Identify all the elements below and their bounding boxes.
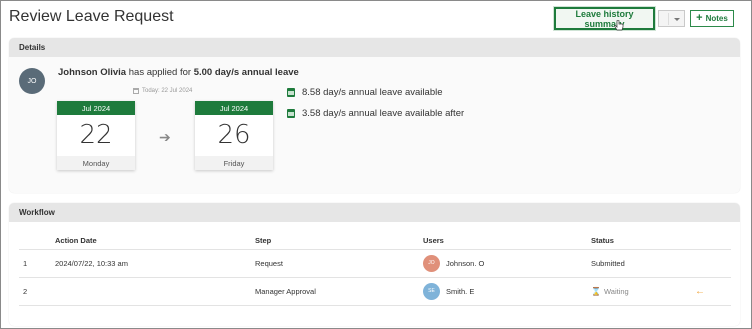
workflow-table: Action Date Step Users Status 1 2024/07/… — [19, 232, 731, 306]
status-waiting: Waiting — [603, 286, 629, 296]
start-weekday: Monday — [57, 156, 135, 170]
dropdown-separator — [668, 13, 669, 25]
user-name: Johnson. O — [446, 258, 485, 268]
leave-summary: Johnson Olivia has applied for 5.00 day/… — [58, 67, 299, 78]
row-number: 1 — [19, 249, 51, 278]
start-day: 22 — [79, 120, 113, 150]
balance-after: 3.58 day/s annual leave available after — [287, 108, 464, 119]
step-name: Manager Approval — [251, 277, 419, 306]
col-status: Status — [587, 232, 691, 250]
row-action: ← — [691, 277, 731, 306]
start-date-card: Jul 2024 22 Monday — [57, 101, 135, 170]
workflow-header: Workflow — [9, 203, 740, 222]
status-submitted: Submitted — [587, 249, 691, 278]
notes-label: Notes — [705, 14, 728, 23]
col-action — [691, 232, 731, 250]
today-indicator: Today: 22 Jul 2024 — [133, 88, 192, 94]
plus-icon: + — [696, 12, 703, 24]
employee-avatar: JO — [19, 68, 45, 94]
calendar-icon — [133, 88, 139, 94]
action-date — [51, 277, 251, 306]
calendar-icon — [287, 88, 295, 97]
end-month: Jul 2024 — [195, 101, 273, 115]
add-notes-button[interactable]: + Notes — [690, 10, 734, 27]
user-cell: JO Johnson. O — [419, 249, 587, 278]
user-avatar: SE — [423, 282, 440, 300]
col-action-date: Action Date — [51, 232, 251, 250]
hourglass-icon: ⌛ — [591, 286, 601, 296]
row-number: 2 — [19, 277, 51, 306]
row-action — [691, 249, 731, 278]
table-row: 2 Manager Approval SE Smith. E ⌛ Waiting — [19, 277, 731, 306]
more-actions-dropdown[interactable] — [658, 10, 685, 27]
col-number — [19, 232, 51, 250]
today-label: Today: 22 Jul 2024 — [142, 88, 193, 94]
status-cell: ⌛ Waiting — [587, 277, 691, 306]
details-header: Details — [9, 38, 740, 57]
end-date-card: Jul 2024 26 Friday — [195, 101, 273, 170]
employee-name: Johnson Olivia — [58, 67, 127, 78]
arrow-left-icon[interactable]: ← — [695, 286, 705, 297]
applied-text: has applied for — [126, 67, 194, 78]
user-cell: SE Smith. E — [419, 277, 587, 306]
chevron-down-icon — [674, 18, 680, 21]
leave-history-summary-button[interactable]: Leave history summary — [554, 7, 655, 30]
balance-after-text: 3.58 day/s annual leave available after — [302, 108, 465, 119]
col-step: Step — [251, 232, 419, 250]
details-panel: Details JO Johnson Olivia has applied fo… — [9, 38, 740, 193]
end-weekday: Friday — [195, 156, 273, 170]
col-users: Users — [419, 232, 587, 250]
table-row: 1 2024/07/22, 10:33 am Request JO Johnso… — [19, 249, 731, 278]
start-month: Jul 2024 — [57, 101, 135, 115]
review-leave-window: Review Leave Request Leave history summa… — [0, 0, 752, 329]
user-name: Smith. E — [446, 286, 475, 296]
action-date: 2024/07/22, 10:33 am — [51, 249, 251, 278]
arrow-right-icon: ➔ — [159, 129, 171, 145]
workflow-panel: Workflow Action Date Step Users Status 1 — [9, 203, 740, 326]
calendar-icon — [287, 109, 295, 118]
table-header-row: Action Date Step Users Status — [19, 232, 731, 250]
leave-amount: 5.00 day/s annual leave — [193, 67, 299, 78]
step-name: Request — [251, 249, 419, 278]
balance-available-text: 8.58 day/s annual leave available — [302, 87, 443, 98]
end-day: 26 — [217, 120, 251, 150]
hand-cursor-icon — [614, 20, 624, 31]
page-title: Review Leave Request — [9, 8, 174, 25]
user-avatar: JO — [423, 254, 440, 272]
balance-available: 8.58 day/s annual leave available — [287, 87, 443, 98]
